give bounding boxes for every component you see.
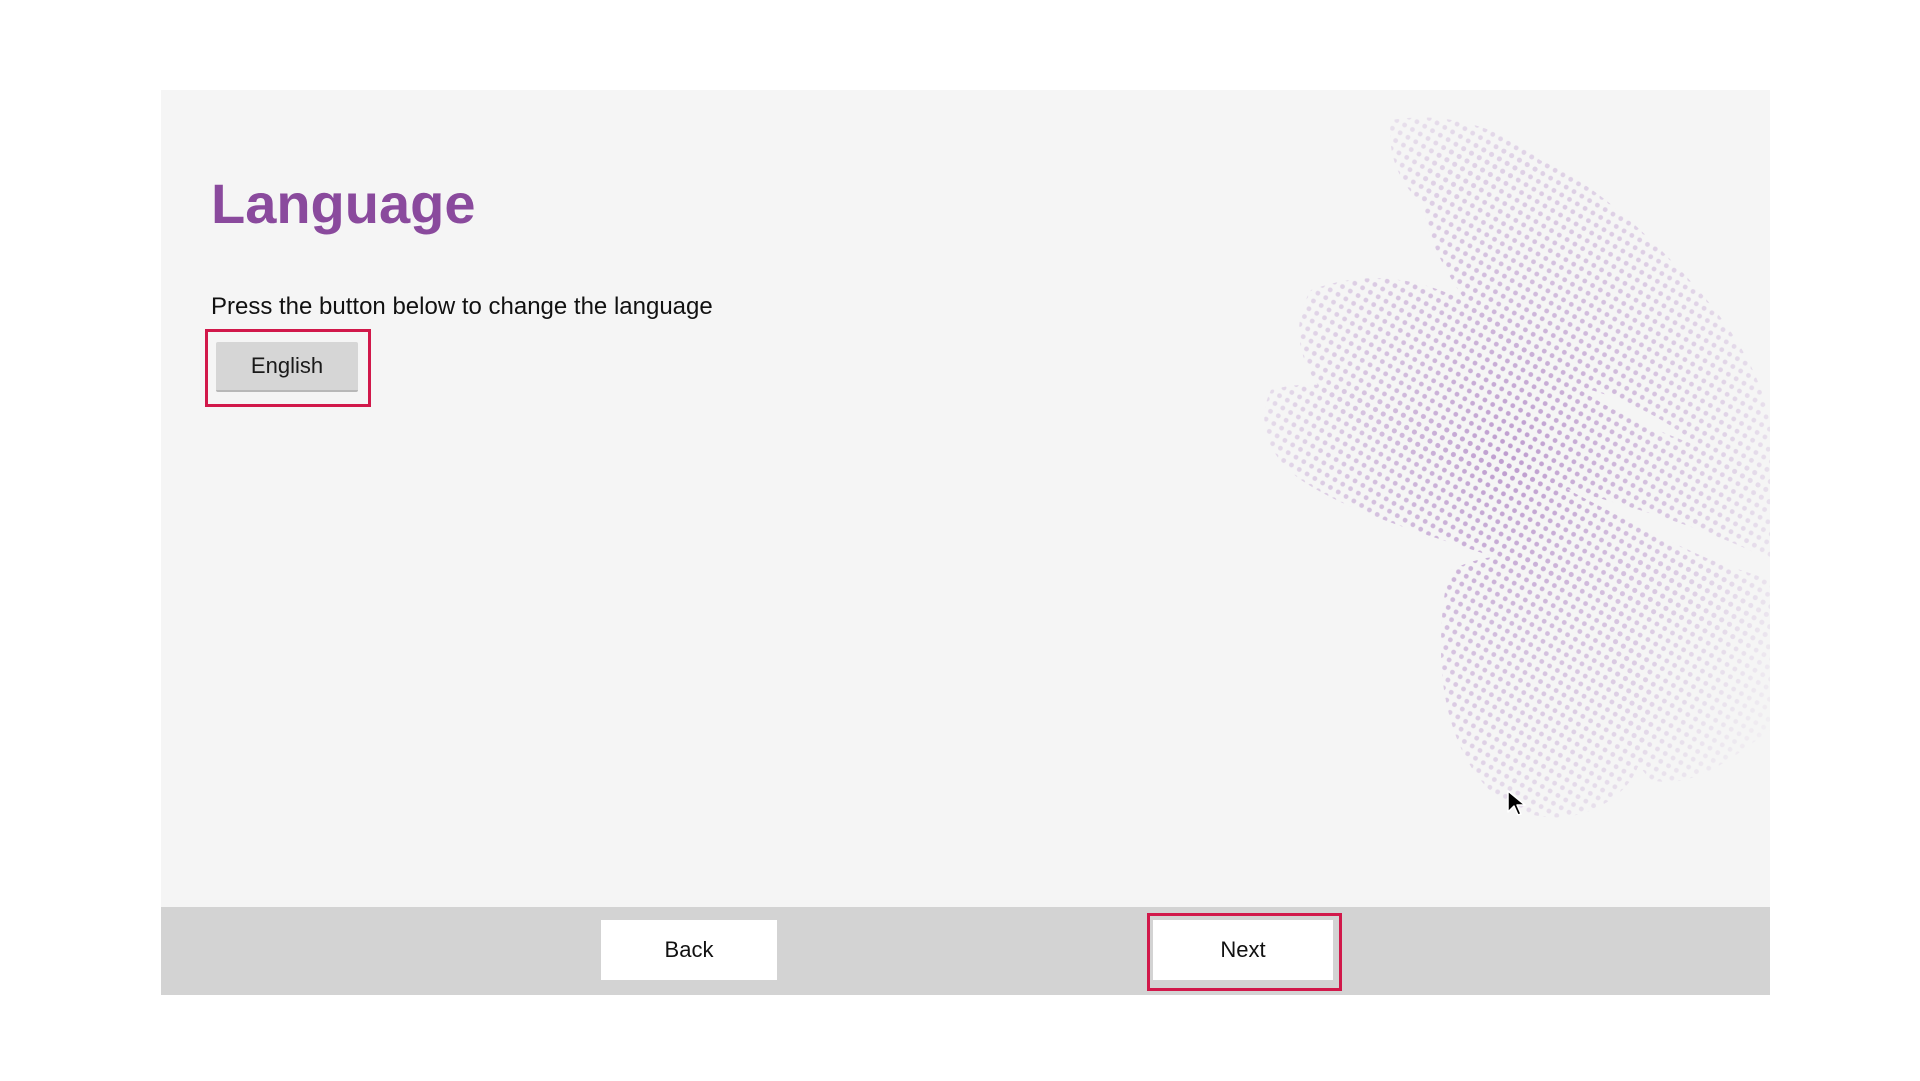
page-title: Language <box>211 172 476 235</box>
next-button[interactable]: Next <box>1153 920 1333 980</box>
language-instruction: Press the button below to change the lan… <box>211 293 713 320</box>
mouse-pointer-icon <box>1507 790 1526 816</box>
footer-bar: Back Next <box>161 907 1770 995</box>
language-button[interactable]: English <box>216 342 358 392</box>
content-area: Language Press the button below to chang… <box>161 90 1770 907</box>
dotted-wave-decoration <box>1264 117 1770 818</box>
back-button[interactable]: Back <box>601 920 777 980</box>
setup-screen: Language Press the button below to chang… <box>161 90 1770 995</box>
